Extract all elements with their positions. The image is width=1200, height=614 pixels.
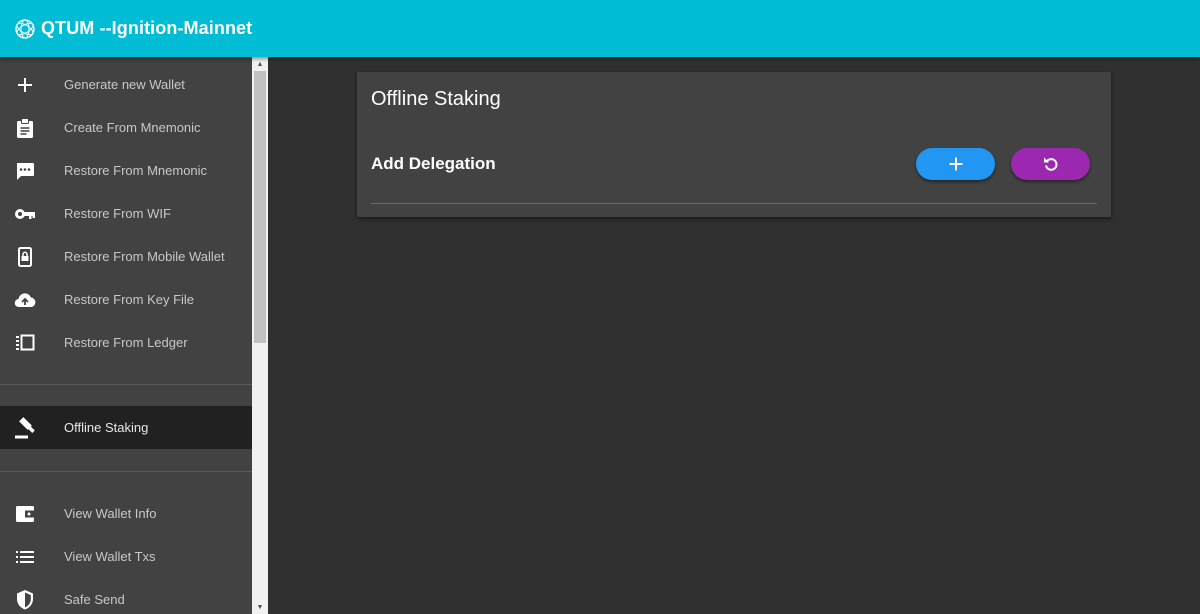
card-divider bbox=[371, 203, 1097, 204]
sidebar-divider bbox=[0, 384, 252, 385]
sidebar-item-label: Restore From Mobile Wallet bbox=[64, 249, 225, 264]
scrollbar-thumb[interactable] bbox=[254, 71, 266, 343]
scroll-down-arrow-icon[interactable]: ▼ bbox=[252, 600, 268, 614]
sidebar-item-label: Restore From Ledger bbox=[64, 335, 188, 350]
sidebar-item-restore-from-wif[interactable]: Restore From WIF bbox=[0, 192, 252, 235]
sidebar-item-label: Create From Mnemonic bbox=[64, 120, 201, 135]
refresh-icon bbox=[1042, 155, 1060, 173]
sidebar-item-label: Restore From WIF bbox=[64, 206, 171, 221]
sidebar-item-view-wallet-info[interactable]: View Wallet Info bbox=[0, 492, 252, 535]
offline-staking-card: Offline Staking Add Delegation bbox=[357, 72, 1111, 217]
sidebar-item-label: Offline Staking bbox=[64, 420, 149, 435]
clipboard-icon bbox=[14, 117, 36, 139]
sidebar-item-safe-send[interactable]: Safe Send bbox=[0, 578, 252, 614]
sidebar-item-restore-from-ledger[interactable]: Restore From Ledger bbox=[0, 321, 252, 364]
list-icon bbox=[14, 546, 36, 568]
scroll-up-arrow-icon[interactable]: ▲ bbox=[252, 57, 268, 71]
key-icon bbox=[14, 203, 36, 225]
refresh-button[interactable] bbox=[1011, 148, 1090, 180]
app-header: QTUM --Ignition-Mainnet bbox=[0, 0, 1200, 57]
chat-bubble-icon bbox=[14, 160, 36, 182]
wallet-icon bbox=[14, 503, 36, 525]
sidebar-item-label: Safe Send bbox=[64, 592, 125, 607]
mobile-lock-icon bbox=[14, 246, 36, 268]
plus-icon bbox=[14, 74, 36, 96]
sidebar-item-label: Restore From Mnemonic bbox=[64, 163, 208, 178]
sidebar-item-restore-from-key-file[interactable]: Restore From Key File bbox=[0, 278, 252, 321]
sidebar-item-label: View Wallet Txs bbox=[64, 549, 156, 564]
sidebar-item-label: View Wallet Info bbox=[64, 506, 157, 521]
add-delegation-button[interactable] bbox=[916, 148, 995, 180]
sidebar-divider bbox=[0, 471, 252, 472]
plus-icon bbox=[948, 156, 964, 172]
sidebar-item-label: Restore From Key File bbox=[64, 292, 195, 307]
sidebar-item-view-wallet-txs[interactable]: View Wallet Txs bbox=[0, 535, 252, 578]
sidebar-item-create-from-mnemonic[interactable]: Create From Mnemonic bbox=[0, 106, 252, 149]
app-title: QTUM --Ignition-Mainnet bbox=[41, 18, 253, 38]
sidebar-item-offline-staking[interactable]: Offline Staking bbox=[0, 406, 252, 449]
sidebar-item-generate-new-wallet[interactable]: Generate new Wallet bbox=[0, 63, 252, 106]
gavel-icon bbox=[14, 416, 36, 439]
page-title: Offline Staking bbox=[371, 88, 501, 110]
cloud-upload-icon bbox=[14, 289, 36, 311]
sidebar-item-label: Generate new Wallet bbox=[64, 77, 185, 92]
sidebar-item-restore-from-mobile-wallet[interactable]: Restore From Mobile Wallet bbox=[0, 235, 252, 278]
ledger-icon bbox=[14, 332, 36, 354]
sidebar-item-restore-from-mnemonic[interactable]: Restore From Mnemonic bbox=[0, 149, 252, 192]
qtum-logo-icon bbox=[14, 18, 36, 40]
sidebar-scrollbar[interactable]: ▲ ▼ bbox=[252, 57, 268, 614]
add-delegation-heading: Add Delegation bbox=[371, 154, 496, 173]
sidebar: Generate new Wallet Create From Mnemonic… bbox=[0, 57, 252, 614]
shield-icon bbox=[14, 589, 36, 611]
